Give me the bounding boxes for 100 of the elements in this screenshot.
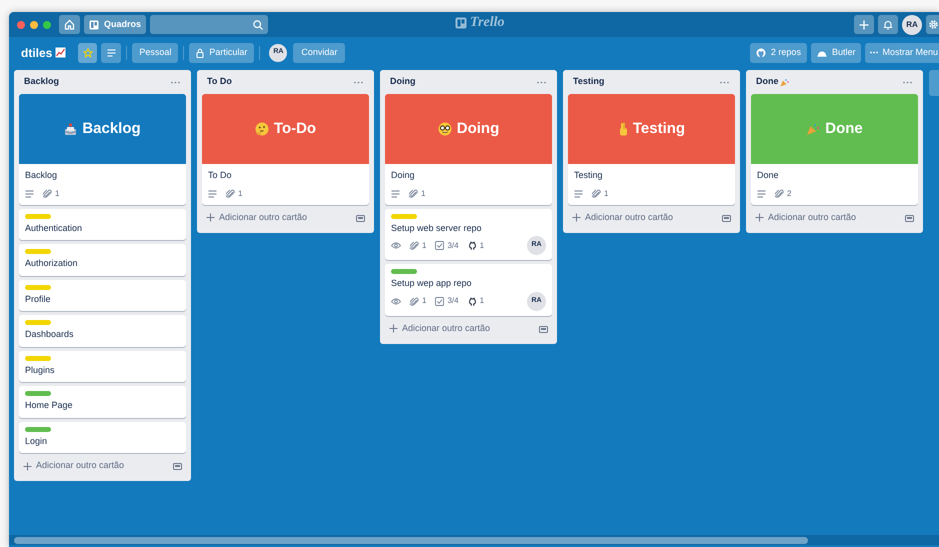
notifications-button[interactable] bbox=[878, 15, 898, 34]
more-icon bbox=[536, 80, 546, 84]
template-icon bbox=[356, 214, 364, 222]
card-title: Setup wep app repo bbox=[391, 277, 473, 290]
plus-icon bbox=[755, 213, 764, 222]
add-button[interactable] bbox=[854, 15, 874, 34]
eye-icon bbox=[391, 242, 401, 249]
cover-title: Doing bbox=[456, 118, 500, 139]
settings-icon bbox=[928, 19, 939, 30]
template-button[interactable] bbox=[172, 461, 182, 471]
card-title: Done bbox=[757, 169, 780, 182]
add-card-button[interactable]: Adicionar outro cartão bbox=[572, 210, 674, 224]
card[interactable]: Plugins bbox=[19, 350, 186, 382]
card-title: Authorization bbox=[25, 257, 79, 270]
home-button[interactable] bbox=[59, 15, 80, 34]
cover-title: Done bbox=[825, 118, 863, 139]
description-icon bbox=[757, 190, 766, 198]
cover-title: Testing bbox=[632, 118, 686, 139]
template-icon bbox=[722, 214, 730, 222]
description-icon bbox=[25, 190, 34, 198]
add-card-button[interactable]: Adicionar outro cartão bbox=[23, 459, 124, 473]
card-title: Home Page bbox=[25, 399, 74, 412]
add-card-button[interactable]: Adicionar outro cartão bbox=[389, 322, 490, 336]
more-icon bbox=[354, 80, 362, 84]
plus-icon bbox=[23, 462, 32, 470]
template-icon bbox=[538, 324, 548, 332]
card[interactable]: Login bbox=[19, 422, 186, 453]
card[interactable]: Backlog Backlog 1 bbox=[19, 94, 186, 204]
more-icon bbox=[902, 80, 912, 84]
paperclip-icon bbox=[775, 189, 784, 198]
star-button[interactable] bbox=[78, 42, 98, 62]
party-popper-icon bbox=[806, 122, 820, 136]
list-title[interactable]: Doing bbox=[390, 75, 416, 89]
list-title[interactable]: Done bbox=[756, 75, 778, 89]
card-title: Login bbox=[25, 434, 48, 448]
card[interactable]: Done Done 2 bbox=[751, 94, 918, 204]
card[interactable]: Doing Doing 1 bbox=[385, 94, 552, 204]
user-avatar[interactable]: RA bbox=[902, 14, 922, 34]
add-card-button[interactable]: Adicionar outro cartão bbox=[755, 210, 856, 224]
badge-count: 1 bbox=[480, 295, 484, 307]
search-icon bbox=[253, 20, 264, 30]
template-button[interactable] bbox=[538, 324, 548, 334]
paperclip-icon bbox=[226, 189, 235, 198]
card-title: Testing bbox=[574, 169, 604, 182]
cover-title: To-Do bbox=[274, 118, 316, 139]
add-card-button[interactable]: Adicionar outro cartão bbox=[206, 210, 308, 224]
card-title: Doing bbox=[391, 169, 416, 182]
card[interactable]: Testing Testing 1 bbox=[568, 94, 735, 204]
badge-count: 1 bbox=[421, 188, 426, 200]
board-logo-icon bbox=[455, 17, 467, 29]
list-title[interactable]: Backlog bbox=[24, 75, 60, 89]
card[interactable]: Dashboards bbox=[19, 315, 186, 346]
github-icon bbox=[468, 296, 477, 306]
badge-count: 3/4 bbox=[447, 295, 459, 307]
scrollbar-thumb[interactable] bbox=[14, 536, 808, 544]
card-title: Setup web server repo bbox=[391, 222, 483, 235]
paperclip-icon bbox=[592, 189, 601, 198]
template-icon bbox=[172, 462, 182, 470]
cover-title: Backlog bbox=[82, 118, 141, 139]
settings-button[interactable] bbox=[926, 15, 939, 34]
checkbox-icon bbox=[435, 241, 444, 250]
card[interactable]: Authentication bbox=[19, 208, 186, 240]
bell-icon bbox=[883, 20, 893, 30]
template-button[interactable] bbox=[721, 212, 731, 222]
paperclip-icon bbox=[410, 296, 419, 306]
search-field[interactable] bbox=[150, 15, 268, 34]
description-icon bbox=[391, 190, 400, 198]
home-icon bbox=[64, 19, 75, 30]
card-title: Backlog bbox=[25, 169, 58, 182]
board-title[interactable]: dtiles bbox=[21, 44, 52, 62]
card-title: Plugins bbox=[25, 364, 56, 377]
card[interactable]: To-Do To Do 1 bbox=[202, 94, 369, 204]
badge-count: 1 bbox=[55, 188, 60, 200]
description-icon bbox=[574, 190, 583, 198]
badge-count: 1 bbox=[480, 240, 484, 252]
card[interactable]: Home Page bbox=[19, 386, 186, 418]
inbox-icon bbox=[64, 122, 78, 136]
paperclip-icon bbox=[410, 241, 419, 250]
card[interactable]: Authorization bbox=[19, 244, 186, 276]
badge-count: 2 bbox=[787, 188, 792, 200]
checkbox-icon bbox=[435, 296, 444, 306]
github-icon bbox=[468, 241, 477, 250]
template-button[interactable] bbox=[904, 212, 914, 222]
board-menu-button[interactable] bbox=[101, 42, 122, 62]
list-title[interactable]: To Do bbox=[207, 75, 232, 89]
card-title: Authentication bbox=[25, 222, 84, 234]
card-title: Profile bbox=[25, 292, 52, 306]
star-icon bbox=[82, 48, 93, 58]
more-icon bbox=[170, 80, 180, 84]
badge-count: 1 bbox=[422, 295, 426, 307]
card-title: Dashboards bbox=[25, 328, 75, 341]
list-title[interactable]: Testing bbox=[573, 75, 604, 89]
card[interactable]: Profile bbox=[19, 280, 186, 311]
more-icon bbox=[870, 51, 878, 54]
plus-icon bbox=[859, 20, 869, 30]
paperclip-icon bbox=[409, 189, 418, 198]
template-button[interactable] bbox=[355, 212, 365, 222]
lock-icon bbox=[196, 48, 204, 58]
nerd-face-icon bbox=[438, 122, 452, 136]
eye-icon bbox=[391, 298, 401, 304]
